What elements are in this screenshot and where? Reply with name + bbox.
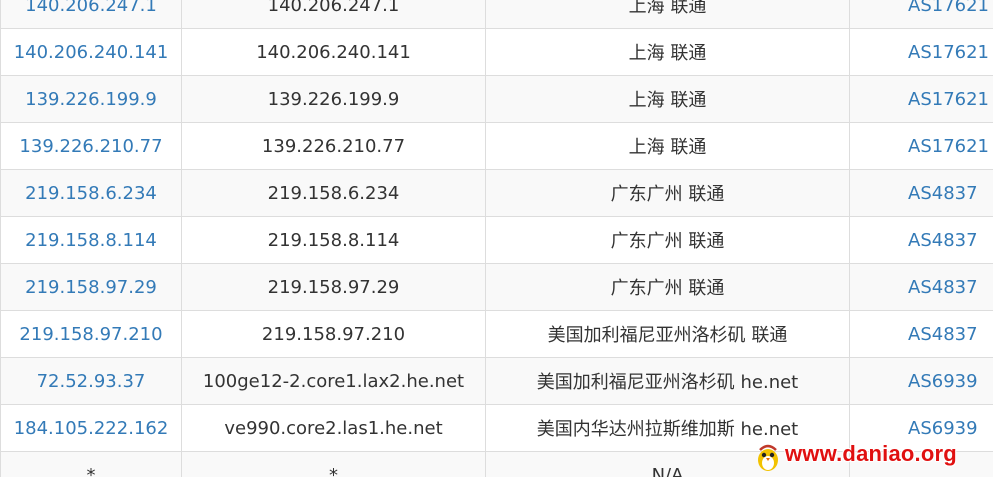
ip-cell: 184.105.222.162 <box>0 404 182 452</box>
bird-logo-icon <box>758 444 778 471</box>
ip-link[interactable]: 219.158.97.29 <box>25 277 157 298</box>
table-row: 219.158.97.29 219.158.97.29 广东广州 联通 AS48… <box>0 263 993 311</box>
asn-cell: AS4837 <box>849 310 993 358</box>
ip-cell: 72.52.93.37 <box>0 357 182 405</box>
table-row: 219.158.6.234 219.158.6.234 广东广州 联通 AS48… <box>0 169 993 217</box>
asn-cell: AS6939 <box>849 357 993 405</box>
asn-cell: AS17621 <box>849 0 993 29</box>
ip-cell: 140.206.240.141 <box>0 28 182 76</box>
table-row: 139.226.199.9 139.226.199.9 上海 联通 AS1762… <box>0 75 993 123</box>
hostname-cell: * <box>181 451 486 477</box>
traceroute-table-body: 140.206.247.1 140.206.247.1 上海 联通 AS1762… <box>0 0 993 477</box>
hostname-cell: 219.158.8.114 <box>181 216 486 264</box>
asn-link[interactable]: AS17621 <box>908 42 989 63</box>
asn-link[interactable]: AS4837 <box>908 183 978 204</box>
hostname-cell: 139.226.199.9 <box>181 75 486 123</box>
location-cell: 广东广州 联通 <box>485 169 850 217</box>
hostname-cell: 219.158.97.29 <box>181 263 486 311</box>
ip-link[interactable]: 72.52.93.37 <box>37 371 146 392</box>
asn-link[interactable]: AS17621 <box>908 136 989 157</box>
table-row: 219.158.97.210 219.158.97.210 美国加利福尼亚州洛杉… <box>0 310 993 358</box>
ip-cell: 139.226.199.9 <box>0 75 182 123</box>
table-row: 140.206.240.141 140.206.240.141 上海 联通 AS… <box>0 28 993 76</box>
hostname-cell: 219.158.97.210 <box>181 310 486 358</box>
asn-cell: AS4837 <box>849 216 993 264</box>
hostname-cell: 139.226.210.77 <box>181 122 486 170</box>
hostname-cell: 140.206.240.141 <box>181 28 486 76</box>
asn-link[interactable]: AS17621 <box>908 0 989 16</box>
table-row: 139.226.210.77 139.226.210.77 上海 联通 AS17… <box>0 122 993 170</box>
ip-link[interactable]: 139.226.210.77 <box>19 136 162 157</box>
location-cell: 美国加利福尼亚州洛杉矶 联通 <box>485 310 850 358</box>
asn-link[interactable]: AS4837 <box>908 277 978 298</box>
ip-link[interactable]: 219.158.6.234 <box>25 183 157 204</box>
location-cell: 上海 联通 <box>485 28 850 76</box>
asn-link[interactable]: AS4837 <box>908 324 978 345</box>
asn-link[interactable]: AS6939 <box>908 418 978 439</box>
site-watermark: www.daniao.org <box>785 441 957 466</box>
ip-link[interactable]: 140.206.247.1 <box>25 0 157 16</box>
ip-link[interactable]: 140.206.240.141 <box>14 42 169 63</box>
table-row: 219.158.8.114 219.158.8.114 广东广州 联通 AS48… <box>0 216 993 264</box>
table-row: 140.206.247.1 140.206.247.1 上海 联通 AS1762… <box>0 0 993 29</box>
ip-link[interactable]: 184.105.222.162 <box>14 418 169 439</box>
location-cell: 美国加利福尼亚州洛杉矶 he.net <box>485 357 850 405</box>
asn-link[interactable]: AS4837 <box>908 230 978 251</box>
asn-cell: AS17621 <box>849 75 993 123</box>
traceroute-table: 140.206.247.1 140.206.247.1 上海 联通 AS1762… <box>0 0 993 477</box>
hostname-cell: ve990.core2.las1.he.net <box>181 404 486 452</box>
ip-link[interactable]: 139.226.199.9 <box>25 89 157 110</box>
hostname-cell: 140.206.247.1 <box>181 0 486 29</box>
asn-cell: AS4837 <box>849 169 993 217</box>
ip-cell: 139.226.210.77 <box>0 122 182 170</box>
ip-link[interactable]: 219.158.8.114 <box>25 230 157 251</box>
ip-cell: 219.158.97.210 <box>0 310 182 358</box>
ip-cell: 140.206.247.1 <box>0 0 182 29</box>
ip-cell: * <box>0 451 182 477</box>
hostname-cell: 100ge12-2.core1.lax2.he.net <box>181 357 486 405</box>
asn-link[interactable]: AS17621 <box>908 89 989 110</box>
traceroute-viewport: 140.206.247.1 140.206.247.1 上海 联通 AS1762… <box>0 0 993 477</box>
ip-cell: 219.158.8.114 <box>0 216 182 264</box>
location-cell: 上海 联通 <box>485 122 850 170</box>
ip-cell: 219.158.97.29 <box>0 263 182 311</box>
hostname-cell: 219.158.6.234 <box>181 169 486 217</box>
ip-cell: 219.158.6.234 <box>0 169 182 217</box>
location-cell: 广东广州 联通 <box>485 263 850 311</box>
location-cell: 上海 联通 <box>485 0 850 29</box>
asn-cell: AS17621 <box>849 28 993 76</box>
asn-cell: AS17621 <box>849 122 993 170</box>
asn-link[interactable]: AS6939 <box>908 371 978 392</box>
location-cell: 上海 联通 <box>485 75 850 123</box>
ip-link[interactable]: 219.158.97.210 <box>19 324 162 345</box>
table-row: 72.52.93.37 100ge12-2.core1.lax2.he.net … <box>0 357 993 405</box>
location-cell: 广东广州 联通 <box>485 216 850 264</box>
asn-cell: AS4837 <box>849 263 993 311</box>
